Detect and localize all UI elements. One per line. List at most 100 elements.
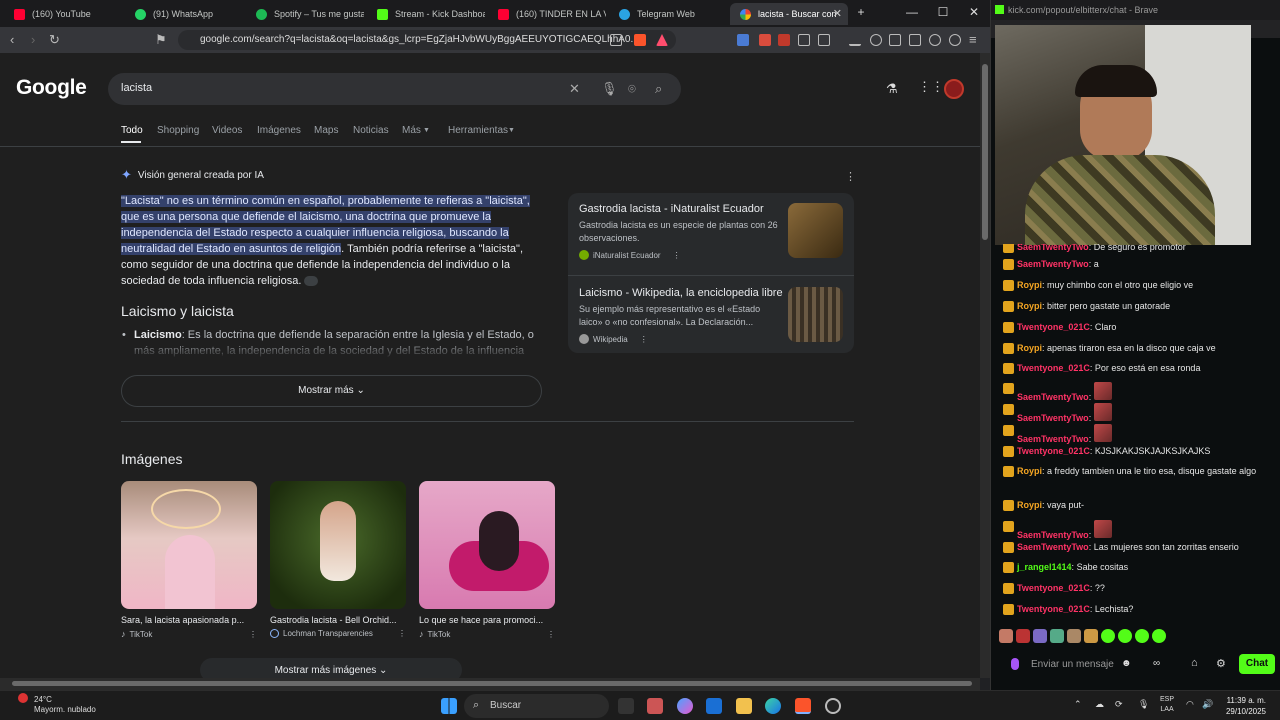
share-icon[interactable]: [610, 34, 622, 46]
labs-icon[interactable]: ⚗: [886, 81, 898, 97]
clock[interactable]: 11:39 a. m. 29/10/2025: [1226, 695, 1266, 717]
brave-shield-icon[interactable]: [634, 34, 646, 46]
forward-icon[interactable]: ›: [31, 32, 35, 47]
tab-maps[interactable]: Maps: [314, 125, 338, 136]
weather-widget[interactable]: 24°C Mayorm. nublado: [34, 695, 96, 715]
more-options-icon[interactable]: ⋮: [249, 630, 257, 639]
emote-icon[interactable]: [1084, 629, 1098, 643]
extension-icon[interactable]: [778, 34, 790, 46]
scrollbar-thumb[interactable]: [12, 681, 972, 686]
wikipedia-thumbnail[interactable]: [788, 287, 843, 342]
image-card[interactable]: Gastrodia lacista - Bell Orchid... Lochm…: [270, 481, 406, 638]
emote-icon[interactable]: [1118, 629, 1132, 643]
apps-grid-icon[interactable]: ⋮⋮: [918, 79, 944, 95]
input-language[interactable]: ESP LAA: [1160, 695, 1174, 715]
chat-username[interactable]: SaemTwentyTwo: [1017, 530, 1089, 540]
copilot-icon[interactable]: [677, 698, 693, 714]
url-field[interactable]: google.com/search?q=lacista&oq=lacista&g…: [178, 30, 676, 50]
new-tab-button[interactable]: +: [849, 5, 873, 19]
tab-imagenes[interactable]: Imágenes: [257, 125, 301, 136]
settings-icon[interactable]: ⚙: [1216, 657, 1226, 670]
points-icon[interactable]: ∞: [1153, 658, 1160, 669]
image-thumbnail[interactable]: [121, 481, 257, 609]
chat-username[interactable]: Roypi: [1017, 343, 1042, 353]
more-options-icon[interactable]: ⋮: [547, 630, 555, 639]
emote-icon[interactable]: [1101, 629, 1115, 643]
vpn-icon[interactable]: [949, 34, 961, 46]
chat-username[interactable]: SaemTwentyTwo: [1017, 542, 1089, 552]
emote-icon[interactable]: [1050, 629, 1064, 643]
image-caption[interactable]: Gastrodia lacista - Bell Orchid...: [270, 615, 406, 625]
tab-whatsapp[interactable]: (91) WhatsApp: [125, 3, 243, 25]
store-icon[interactable]: ⌂: [1191, 657, 1198, 669]
image-thumbnail[interactable]: [270, 481, 406, 609]
tab-todo[interactable]: Todo: [121, 125, 143, 136]
avatar[interactable]: [944, 79, 964, 99]
edge-icon[interactable]: [765, 698, 781, 714]
emote-icon[interactable]: [1135, 629, 1149, 643]
orchid-thumbnail[interactable]: [788, 203, 843, 258]
chat-username[interactable]: Roypi: [1017, 500, 1042, 510]
extension-icon[interactable]: [759, 34, 771, 46]
chat-username[interactable]: Roypi: [1017, 301, 1042, 311]
capture-icon[interactable]: [818, 34, 830, 46]
show-more-button[interactable]: Mostrar más ⌄: [121, 375, 542, 407]
minimize-button[interactable]: —: [900, 5, 924, 19]
chat-username[interactable]: SaemTwentyTwo: [1017, 244, 1089, 252]
tab-mas[interactable]: Más: [402, 125, 421, 136]
chat-username[interactable]: Twentyone_021C: [1017, 363, 1090, 373]
tab-telegram[interactable]: Telegram Web: [609, 3, 727, 25]
more-options-icon[interactable]: ⋮: [673, 251, 681, 260]
maximize-button[interactable]: ☐: [931, 5, 955, 19]
tray-overflow-icon[interactable]: ⌃: [1074, 699, 1082, 710]
lens-icon[interactable]: ⌾: [628, 81, 636, 97]
emote-icon[interactable]: [1016, 629, 1030, 643]
chat-username[interactable]: SaemTwentyTwo: [1017, 259, 1089, 269]
wifi-icon[interactable]: ◠: [1186, 699, 1194, 710]
image-caption[interactable]: Sara, la lacista apasionada p...: [121, 615, 257, 625]
download-icon[interactable]: [849, 34, 861, 46]
tab-youtube-tinder[interactable]: (160) TINDER EN LA VIDA: [488, 3, 606, 25]
emote-icon[interactable]: [1033, 629, 1047, 643]
chat-username[interactable]: Twentyone_021C: [1017, 322, 1090, 332]
close-window-button[interactable]: ✕: [962, 5, 986, 19]
chat-username[interactable]: Roypi: [1017, 280, 1042, 290]
tab-noticias[interactable]: Noticias: [353, 125, 389, 136]
tab-kick-dashboard[interactable]: Stream - Kick Dashboard: [367, 3, 485, 25]
tab-herramientas[interactable]: Herramientas: [448, 125, 508, 136]
playlist-icon[interactable]: [889, 34, 901, 46]
chat-message-input[interactable]: Enviar un mensaje: [1001, 654, 1131, 674]
emoji-icon[interactable]: ☻: [1121, 658, 1132, 669]
volume-icon[interactable]: 🔊: [1202, 699, 1213, 710]
chat-username[interactable]: SaemTwentyTwo: [1017, 392, 1089, 402]
sidebar-icon[interactable]: [909, 34, 921, 46]
emote-icon[interactable]: [1067, 629, 1081, 643]
puzzle-icon[interactable]: [798, 34, 810, 46]
search-input[interactable]: lacista: [121, 82, 152, 94]
mic-icon[interactable]: 🎙: [601, 81, 618, 97]
emote-icon[interactable]: [999, 629, 1013, 643]
store-icon[interactable]: [706, 698, 722, 714]
file-explorer-icon[interactable]: [736, 698, 752, 714]
image-card[interactable]: Lo que se hace para promoci... ♪ TikTok ⋮: [419, 481, 555, 639]
image-thumbnail[interactable]: [419, 481, 555, 609]
chat-username[interactable]: Roypi: [1017, 466, 1042, 476]
google-logo[interactable]: Google: [16, 76, 87, 100]
reload-icon[interactable]: ↻: [49, 32, 60, 48]
show-more-images-button[interactable]: Mostrar más imágenes ⌄: [200, 658, 462, 678]
mic-icon[interactable]: 🎙: [1138, 699, 1149, 710]
image-card[interactable]: Sara, la lacista apasionada p... ♪ TikTok…: [121, 481, 257, 639]
clear-icon[interactable]: ✕: [569, 81, 580, 97]
tab-videos[interactable]: Videos: [212, 125, 242, 136]
bookmark-icon[interactable]: ⚑: [155, 32, 167, 48]
image-caption[interactable]: Lo que se hace para promoci...: [419, 615, 555, 625]
obs-icon[interactable]: [825, 698, 841, 714]
close-tab-icon[interactable]: ✕: [833, 7, 842, 20]
snipping-icon[interactable]: [647, 698, 663, 714]
chat-send-button[interactable]: Chat: [1239, 654, 1275, 674]
search-box[interactable]: lacista ✕ 🎙 ⌾ ⌕: [108, 73, 681, 105]
chat-username[interactable]: SaemTwentyTwo: [1017, 434, 1089, 444]
tab-shopping[interactable]: Shopping: [157, 125, 199, 136]
scrollbar-thumb[interactable]: [982, 64, 988, 240]
chat-username[interactable]: Twentyone_021C: [1017, 604, 1090, 614]
